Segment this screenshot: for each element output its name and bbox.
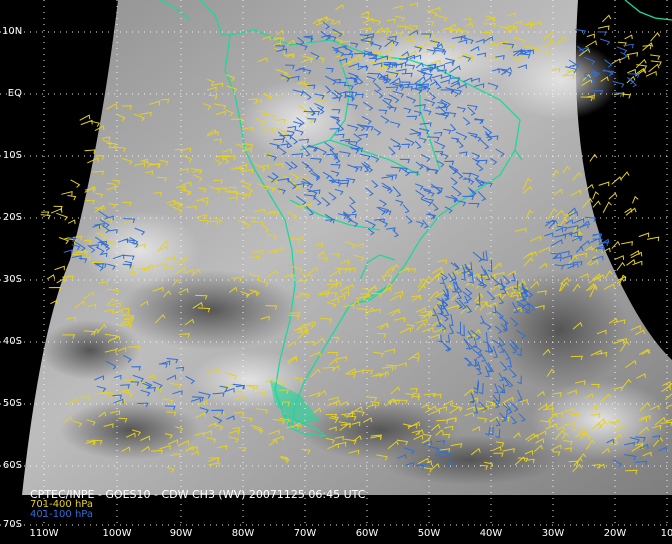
legend-upper-level: 401-100 hPa: [30, 509, 94, 520]
low-level-wind-barb: [647, 236, 660, 242]
low-level-wind-barb: [645, 70, 657, 77]
low-level-wind-barb: [648, 63, 660, 73]
low-level-wind-barb: [632, 260, 643, 266]
low-level-wind-barb: [630, 250, 640, 256]
lat-label-70s: 70S: [2, 519, 22, 530]
low-level-wind-barb: [601, 14, 612, 23]
low-level-wind-barb: [79, 114, 91, 121]
low-level-wind-barb: [46, 274, 56, 280]
satellite-map-panel: 10N EQ 10S 20S 30S 40S 50S 60S 70S 110W …: [0, 0, 672, 544]
lat-label-eq: EQ: [7, 88, 22, 99]
low-level-wind-barb: [67, 219, 76, 225]
lat-label-10s: 10S: [2, 150, 22, 161]
low-level-wind-barb: [67, 195, 77, 201]
low-level-wind-barb: [50, 207, 63, 214]
lat-label-40s: 40S: [2, 336, 22, 347]
low-level-wind-barb: [70, 179, 81, 188]
lat-label-30s: 30S: [2, 274, 22, 285]
low-level-wind-barb: [61, 190, 73, 196]
low-level-wind-barb: [53, 205, 63, 211]
low-level-wind-barb: [624, 34, 633, 40]
upper-level-wind-barb: [63, 249, 73, 255]
low-level-wind-barb: [620, 171, 630, 180]
upper-level-wind-barb: [599, 38, 611, 46]
low-level-wind-barb: [636, 64, 648, 70]
low-level-wind-barb: [586, 33, 595, 39]
low-level-wind-barb: [56, 212, 69, 221]
lat-label-20s: 20S: [2, 212, 22, 223]
low-level-wind-barb: [602, 201, 612, 213]
lon-label-90w: 90W: [169, 528, 193, 539]
low-level-wind-barb: [614, 255, 625, 261]
lon-label-50w: 50W: [417, 528, 441, 539]
coastline: [624, 0, 672, 21]
lon-label-10: 10: [660, 528, 672, 539]
low-level-wind-barb: [592, 200, 601, 208]
map-caption: CPTEC/INPE - GOES10 - CDW CH3 (WV) 20071…: [30, 489, 365, 520]
low-level-wind-barb: [589, 153, 598, 162]
wind-vector-map: [0, 0, 672, 526]
low-level-wind-barb: [638, 232, 650, 238]
lon-label-30w: 30W: [541, 528, 565, 539]
lon-label-60w: 60W: [355, 528, 379, 539]
low-level-wind-barb: [650, 60, 662, 66]
imagery-patch: [530, 380, 670, 460]
low-level-wind-barb: [592, 191, 600, 200]
lon-label-80w: 80W: [231, 528, 255, 539]
lon-label-70w: 70W: [293, 528, 317, 539]
lon-label-100w: 100W: [102, 528, 132, 539]
low-level-wind-barb: [54, 265, 65, 271]
low-level-wind-barb: [627, 68, 636, 74]
low-level-wind-barb: [635, 58, 647, 69]
lat-label-60s: 60S: [2, 460, 22, 471]
lon-label-20w: 20W: [603, 528, 627, 539]
low-level-wind-barb: [80, 119, 93, 126]
low-level-wind-barb: [608, 192, 618, 200]
low-level-wind-barb: [630, 251, 643, 259]
low-level-wind-barb: [650, 32, 661, 42]
low-level-wind-barb: [611, 176, 622, 185]
low-level-wind-barb: [621, 241, 633, 246]
low-level-wind-barb: [611, 240, 621, 249]
low-level-wind-barb: [632, 195, 639, 204]
low-level-wind-barb: [616, 261, 626, 271]
low-level-wind-barb: [598, 181, 610, 187]
low-level-wind-barb: [597, 25, 610, 30]
lat-label-10n: 10N: [2, 26, 23, 37]
imagery-patch: [80, 210, 200, 290]
upper-level-wind-barb: [597, 31, 607, 36]
lon-label-110w: 110W: [29, 528, 59, 539]
low-level-wind-barb: [84, 149, 96, 154]
low-level-wind-barb: [650, 54, 661, 60]
imagery-patch: [40, 320, 140, 380]
lon-label-40w: 40W: [479, 528, 503, 539]
lat-label-50s: 50S: [2, 398, 22, 409]
